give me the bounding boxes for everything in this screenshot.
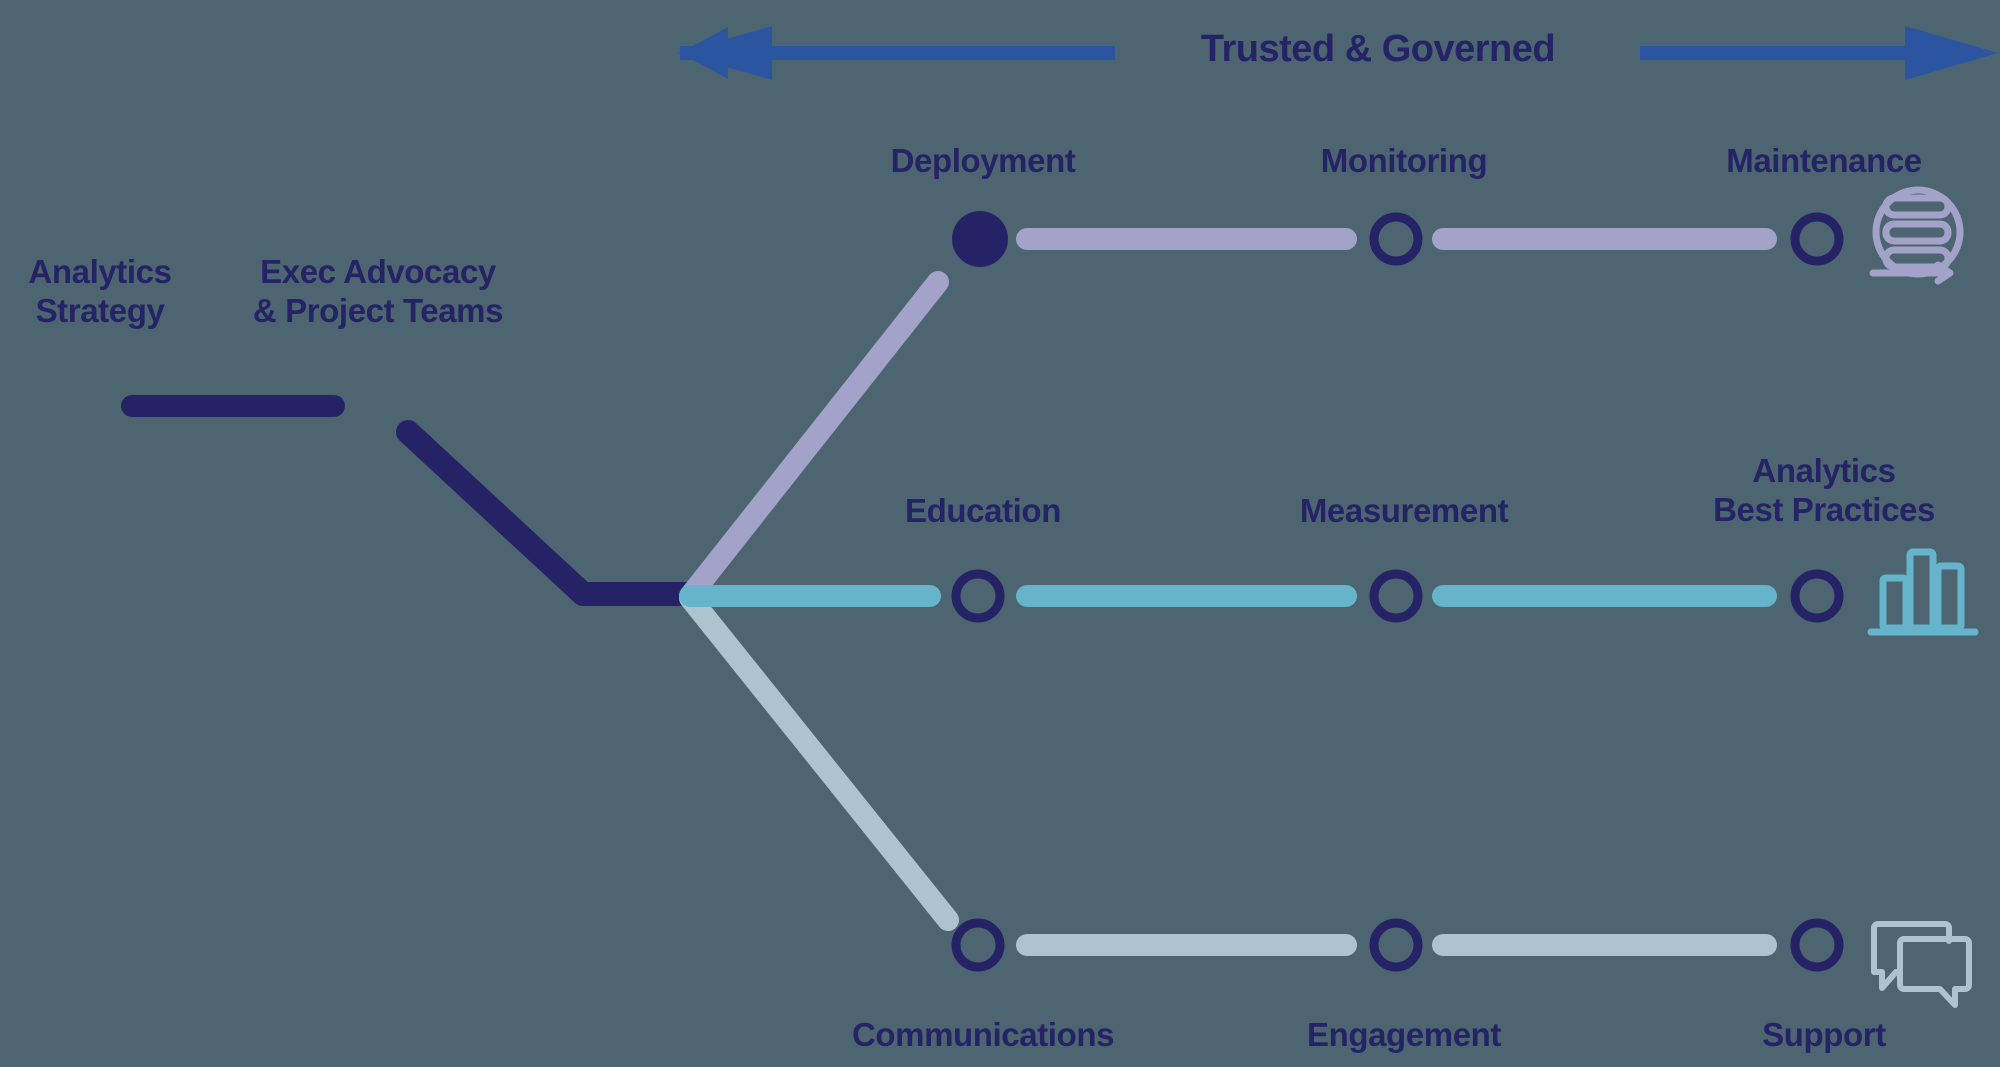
label-education: Education bbox=[905, 492, 1061, 529]
node-deployment[interactable] bbox=[952, 211, 1008, 267]
label-communications: Communications bbox=[851, 1016, 1115, 1053]
branch-line-deployment-diagonal bbox=[679, 271, 949, 607]
node-communications[interactable] bbox=[951, 918, 1005, 972]
label-deployment: Deployment bbox=[890, 142, 1076, 179]
stem-connector-2 bbox=[396, 420, 700, 606]
label-analytics-best-practices: Analytics Best Practices bbox=[1713, 452, 1935, 528]
node-maintenance[interactable] bbox=[1790, 212, 1844, 266]
arrow-right-icon bbox=[1640, 26, 1998, 80]
node-monitoring[interactable] bbox=[1369, 212, 1423, 266]
node-support[interactable] bbox=[1790, 918, 1844, 972]
label-analytics-strategy: Analytics Strategy bbox=[28, 253, 172, 329]
bar-chart-icon bbox=[1867, 548, 1979, 636]
label-maintenance: Maintenance bbox=[1726, 142, 1922, 179]
branch-line-communications-diagonal bbox=[679, 587, 959, 931]
node-engagement[interactable] bbox=[1369, 918, 1423, 972]
node-analytics-best-practices[interactable] bbox=[1790, 569, 1844, 623]
label-engagement: Engagement bbox=[1306, 1016, 1502, 1053]
chat-bubbles-icon bbox=[1871, 921, 1972, 1008]
diagram-canvas: Trusted & Governed Analytics Strategy Ex… bbox=[0, 0, 2000, 1067]
label-support: Support bbox=[1762, 1016, 1886, 1053]
node-education[interactable] bbox=[951, 569, 1005, 623]
label-measurement: Measurement bbox=[1299, 492, 1509, 529]
label-monitoring: Monitoring bbox=[1320, 142, 1488, 179]
header-title: Trusted & Governed bbox=[1200, 28, 1556, 70]
database-cycle-icon bbox=[1869, 186, 1964, 285]
node-measurement[interactable] bbox=[1369, 569, 1423, 623]
label-exec-advocacy-project-teams: Exec Advocacy & Project Teams bbox=[252, 253, 504, 329]
